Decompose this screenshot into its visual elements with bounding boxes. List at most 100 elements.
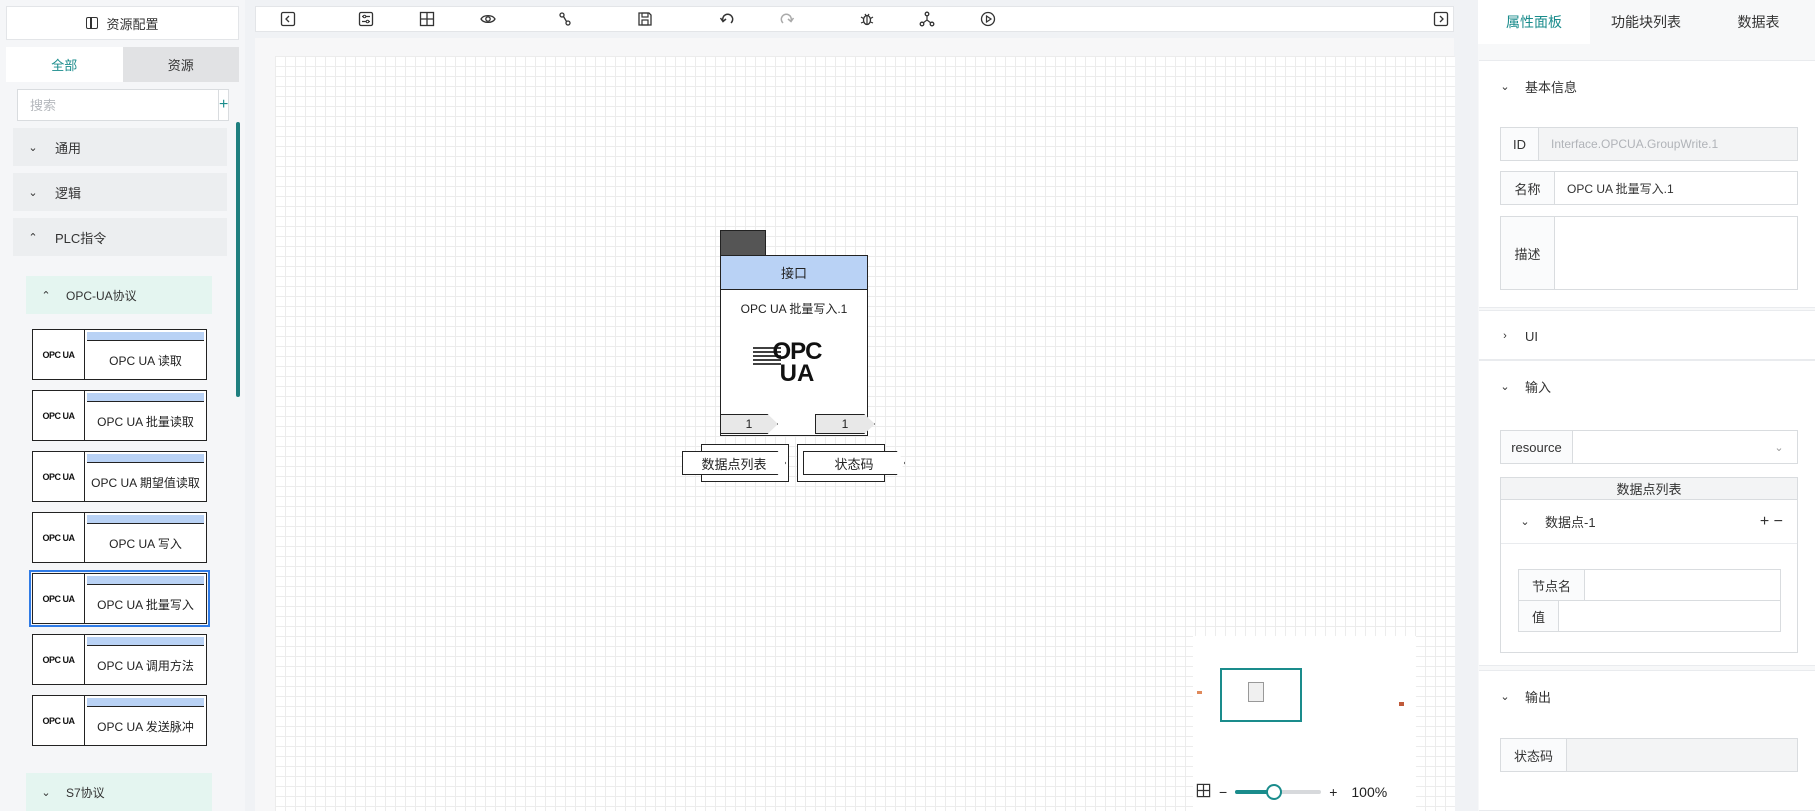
input-port[interactable]: 1	[720, 414, 778, 434]
fit-view-icon[interactable]	[418, 10, 436, 28]
collapse-right-icon[interactable]	[1432, 10, 1450, 28]
zoom-in-button[interactable]: +	[1329, 784, 1337, 800]
block-opcua-batch-read[interactable]: OPC UA OPC UA 批量读取	[32, 390, 207, 441]
id-value: Interface.OPCUA.GroupWrite.1	[1539, 128, 1797, 160]
resource-label: resource	[1501, 431, 1573, 463]
tab-function-blocks[interactable]: 功能块列表	[1590, 0, 1702, 44]
data-point-header[interactable]: ⌄ 数据点-1 + −	[1501, 500, 1797, 544]
section-output-header[interactable]: ⌄ 输出	[1479, 671, 1815, 721]
opcua-icon: OPC UA	[33, 574, 85, 623]
debug-icon[interactable]	[858, 10, 876, 28]
section-basic-info-header[interactable]: ⌄ 基本信息	[1479, 61, 1815, 111]
input-port-label[interactable]: 数据点列表	[682, 451, 786, 475]
node-header: 接口	[721, 256, 867, 290]
id-label: ID	[1501, 128, 1539, 160]
subcategory-s7[interactable]: ⌄ S7协议	[26, 773, 212, 811]
block-label: OPC UA 调用方法	[97, 658, 194, 673]
zoom-out-button[interactable]: −	[1219, 784, 1227, 800]
zoom-controls: − + 100%	[1196, 782, 1387, 802]
zoom-level: 100%	[1351, 784, 1388, 800]
category-label: PLC指令	[55, 230, 107, 246]
category-general[interactable]: ⌄ 通用	[13, 128, 227, 166]
add-remove-point-buttons[interactable]: + −	[1760, 513, 1783, 531]
value-label: 值	[1519, 601, 1559, 631]
block-opcua-batch-write[interactable]: OPC UA OPC UA 批量写入	[29, 570, 210, 627]
block-opcua-write[interactable]: OPC UA OPC UA 写入	[32, 512, 207, 563]
output-port-label[interactable]: 状态码	[803, 451, 905, 475]
data-point-title: 数据点-1	[1545, 515, 1596, 530]
chevron-down-icon: ⌄	[41, 786, 51, 799]
zoom-slider[interactable]	[1235, 784, 1322, 800]
desc-textarea[interactable]	[1555, 217, 1797, 289]
data-point-list-title: 数据点列表	[1501, 478, 1797, 500]
search-box: +	[17, 89, 229, 121]
tab-all[interactable]: 全部	[6, 47, 123, 82]
opcua-icon: OPC UA	[33, 391, 85, 440]
resource-config-icon	[86, 17, 99, 29]
category-label: 逻辑	[55, 185, 82, 201]
zoom-slider-knob[interactable]	[1266, 784, 1283, 800]
name-input[interactable]: OPC UA 批量写入.1	[1555, 172, 1797, 204]
add-button[interactable]: +	[218, 90, 228, 120]
resource-field: resource ⌄	[1500, 430, 1798, 464]
block-label: OPC UA 发送脉冲	[97, 719, 194, 734]
desc-label: 描述	[1501, 217, 1555, 289]
chevron-down-icon: ⌄	[1500, 690, 1510, 703]
chevron-down-icon: ⌄	[1500, 380, 1510, 393]
output-port[interactable]: 1	[815, 414, 875, 434]
save-icon[interactable]	[636, 10, 654, 28]
chevron-down-icon: ⌄	[1774, 441, 1784, 454]
opcua-icon: OPC UA	[33, 635, 85, 684]
chevron-down-icon: ⌄	[1520, 516, 1530, 528]
chevron-up-icon: ⌃	[41, 289, 51, 302]
tab-data-table[interactable]: 数据表	[1702, 0, 1815, 44]
eye-icon[interactable]	[479, 10, 497, 28]
section-input-header[interactable]: ⌄ 输入	[1479, 361, 1815, 411]
block-label: OPC UA 批量写入	[97, 597, 194, 612]
opcua-icon: OPC UA	[33, 330, 85, 379]
block-opcua-read[interactable]: OPC UA OPC UA 读取	[32, 329, 207, 380]
status-code-value	[1567, 739, 1797, 771]
left-scrollbar[interactable]	[236, 122, 240, 397]
collapse-left-icon[interactable]	[279, 10, 297, 28]
block-opcua-send-pulse[interactable]: OPC UA OPC UA 发送脉冲	[32, 695, 207, 746]
node-drag-handle[interactable]	[720, 230, 766, 256]
tab-properties[interactable]: 属性面板	[1478, 0, 1590, 44]
undo-icon[interactable]	[718, 10, 736, 28]
play-icon[interactable]	[979, 10, 997, 28]
id-field: ID Interface.OPCUA.GroupWrite.1	[1500, 127, 1798, 161]
resource-select[interactable]: ⌄	[1573, 431, 1797, 463]
resource-config-label: 资源配置	[106, 16, 159, 32]
chevron-down-icon: ⌄	[1500, 80, 1510, 93]
chevron-right-icon: ›	[1503, 330, 1507, 342]
section-ui-header[interactable]: › UI	[1479, 311, 1815, 361]
value-field: 值	[1518, 600, 1781, 632]
toolbar	[255, 6, 1454, 32]
category-plc[interactable]: ⌃ PLC指令	[13, 218, 227, 256]
search-input[interactable]	[18, 90, 218, 120]
status-code-label: 状态码	[1501, 739, 1567, 771]
subcategory-opcua[interactable]: ⌃ OPC-UA协议	[26, 276, 212, 314]
subcategory-label: OPC-UA协议	[66, 288, 137, 303]
block-label: OPC UA 批量读取	[97, 414, 194, 429]
category-logic[interactable]: ⌄ 逻辑	[13, 173, 227, 211]
node-name-input[interactable]	[1585, 570, 1780, 600]
block-label: OPC UA 期望值读取	[91, 475, 200, 490]
block-opcua-expected-read[interactable]: OPC UA OPC UA 期望值读取	[32, 451, 207, 502]
flow-node-opcua-batch-write[interactable]: 接口 OPC UA 批量写入.1 OPC UA	[720, 255, 868, 436]
value-input[interactable]	[1559, 601, 1780, 631]
opcua-icon: OPC UA	[33, 696, 85, 745]
node-name-label: 节点名	[1519, 570, 1585, 600]
block-label: OPC UA 读取	[109, 353, 182, 368]
node-name-field: 节点名	[1518, 569, 1781, 601]
settings-icon[interactable]	[357, 10, 375, 28]
block-opcua-call-method[interactable]: OPC UA OPC UA 调用方法	[32, 634, 207, 685]
fit-view-icon[interactable]	[1196, 783, 1211, 801]
resource-config-button[interactable]: 资源配置	[6, 6, 239, 40]
connect-icon[interactable]	[556, 10, 574, 28]
tab-resources[interactable]: 资源	[122, 47, 239, 82]
share-icon[interactable]	[918, 10, 936, 28]
category-label: 通用	[55, 140, 82, 156]
chevron-down-icon: ⌄	[28, 141, 38, 154]
redo-icon[interactable]	[778, 10, 796, 28]
